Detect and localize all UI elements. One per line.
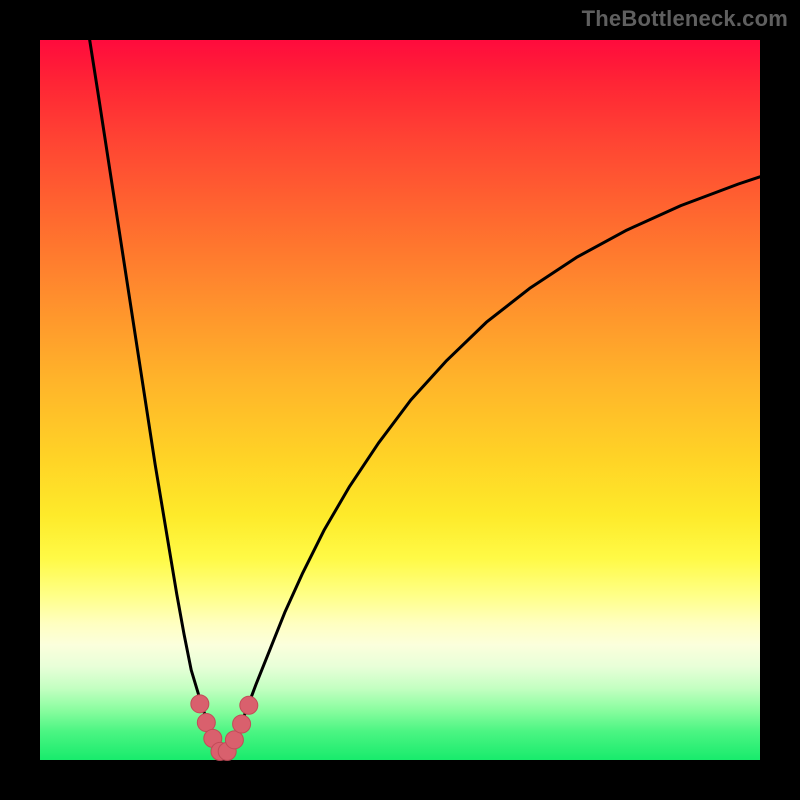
bottleneck-curve [40, 40, 760, 760]
min-marker [225, 731, 243, 749]
min-marker [191, 695, 209, 713]
min-marker [240, 696, 258, 714]
curve-right-branch [224, 177, 760, 757]
chart-frame: TheBottleneck.com [0, 0, 800, 800]
min-marker [197, 714, 215, 732]
min-marker [233, 715, 251, 733]
watermark-text: TheBottleneck.com [582, 6, 788, 32]
curve-left-branch [90, 40, 224, 756]
plot-area [40, 40, 760, 760]
